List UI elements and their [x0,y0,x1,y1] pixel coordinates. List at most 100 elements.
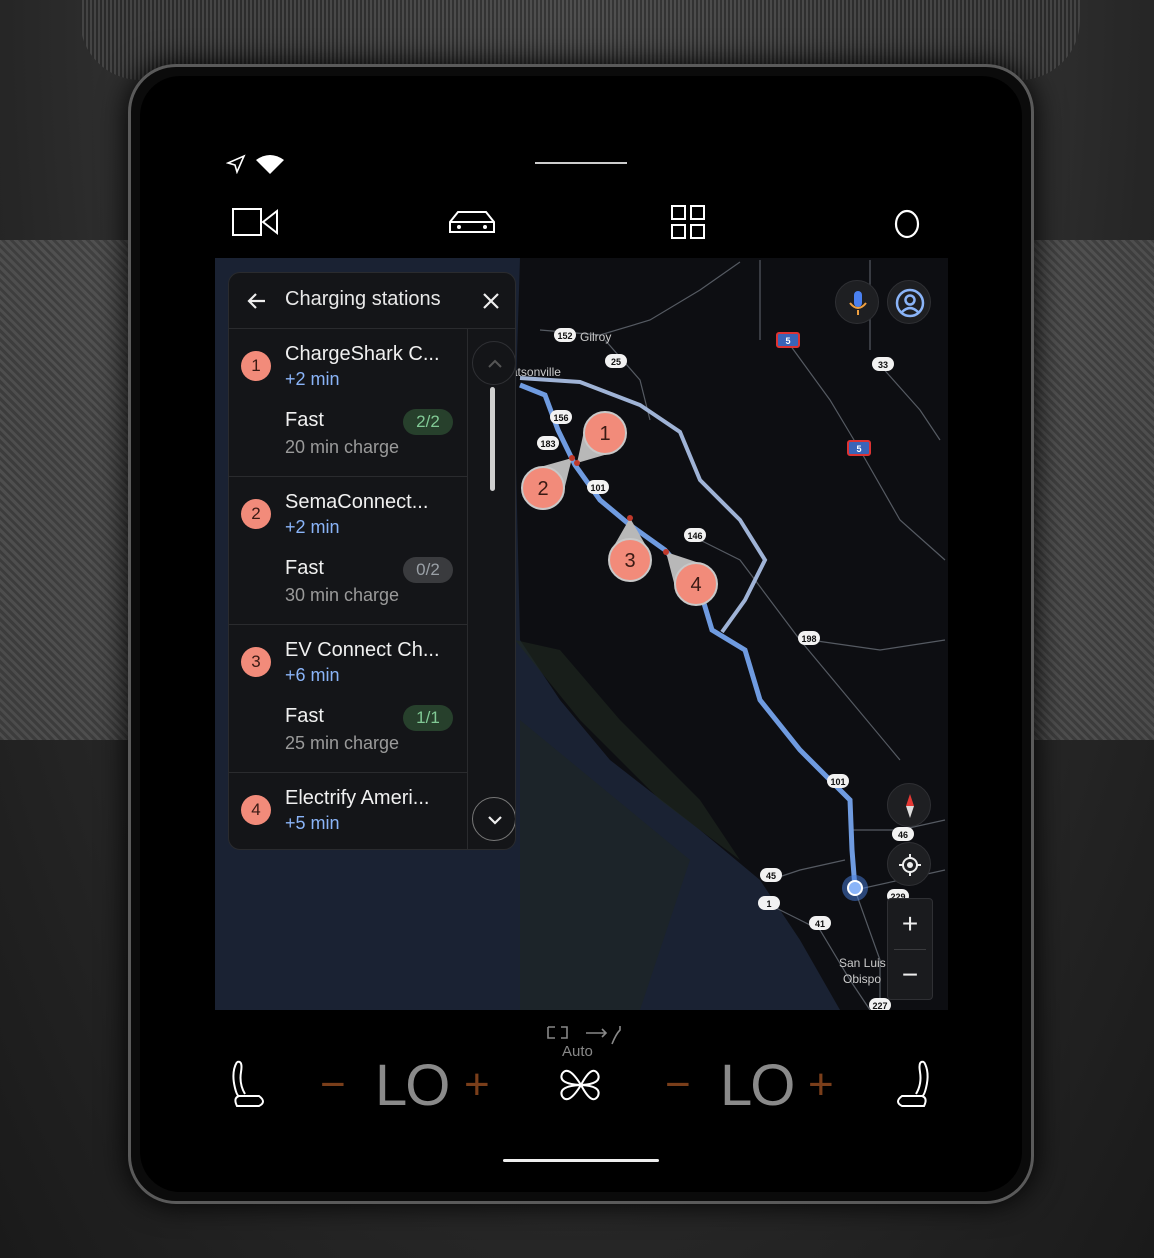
charge-time: 30 min charge [285,585,400,605]
zoom-in-button[interactable]: + [888,899,932,949]
microphone-icon [849,291,867,315]
compass-icon [906,794,914,818]
availability-badge: 0/2 [403,557,453,583]
station-marker[interactable]: 3 [608,515,652,582]
dashboard-trim-left [0,240,140,740]
close-icon[interactable] [480,290,502,312]
station-number-badge: 4 [241,795,271,825]
route-shield: 45 [760,868,782,882]
route-shield: 146 [684,528,706,542]
route-shield: 101 [587,480,609,494]
svg-text:146: 146 [687,531,702,541]
svg-text:33: 33 [878,360,888,370]
svg-text:101: 101 [830,777,845,787]
right-temp-increase-button[interactable]: + [808,1060,834,1110]
left-temperature[interactable]: LO [375,1052,450,1119]
route-shield: 25 [605,354,627,368]
availability-badge: 2/2 [403,409,453,435]
dashboard-trim-right [1014,240,1154,740]
apps-grid-icon[interactable] [670,204,706,240]
station-list-item[interactable]: 4 Electrify Ameri... +5 min [229,773,467,849]
fan-icon[interactable] [558,1062,604,1108]
my-location-icon [899,854,921,876]
fan-mode-label: Auto [562,1043,593,1060]
svg-text:183: 183 [540,439,555,449]
route-shield: 46 [892,827,914,841]
svg-text:46: 46 [898,830,908,840]
station-marker[interactable]: 1 [574,411,627,466]
recirculation-icon[interactable] [545,1024,571,1042]
right-temp-decrease-button[interactable]: − [665,1060,691,1110]
assistant-circle-icon[interactable] [892,208,922,240]
route-shield: 41 [809,916,831,930]
scroll-up-button[interactable] [472,341,515,385]
compass-button[interactable] [887,783,931,827]
panel-header: Charging stations [229,273,515,329]
place-label-gilroy: Gilroy [580,330,612,344]
svg-text:1: 1 [599,423,610,445]
left-temp-increase-button[interactable]: + [464,1060,490,1110]
scrollbar-thumb[interactable] [490,387,495,491]
svg-text:3: 3 [624,550,635,572]
station-marker[interactable]: 2 [521,455,575,510]
account-icon [895,288,925,318]
drag-handle[interactable] [535,162,627,164]
svg-text:101: 101 [590,483,605,493]
account-button[interactable] [887,280,931,324]
place-label-san-luis: San Luis [839,956,886,970]
svg-text:25: 25 [611,357,621,367]
left-seat-heat-icon[interactable] [229,1058,269,1110]
route-shield: 101 [827,774,849,788]
svg-text:198: 198 [801,634,816,644]
station-list-item[interactable]: 3 EV Connect Ch... +6 min Fast 1/1 25 min… [229,625,467,773]
svg-text:156: 156 [553,413,568,423]
navigation-arrow-icon [226,154,246,174]
detour-time: +2 min [285,517,340,537]
route-shield: 5 [776,332,800,348]
detour-time: +2 min [285,369,340,389]
right-temperature[interactable]: LO [720,1052,795,1119]
station-number-badge: 2 [241,499,271,529]
charger-speed: Fast [285,409,324,431]
station-name: Electrify Ameri... [285,787,430,809]
route-shield: 33 [872,357,894,371]
svg-text:4: 4 [690,574,701,596]
detour-time: +6 min [285,665,340,685]
charger-speed: Fast [285,705,324,727]
svg-text:152: 152 [557,331,572,341]
recenter-button[interactable] [887,842,931,886]
camera-icon[interactable] [231,206,281,238]
station-name: ChargeShark C... [285,343,440,365]
svg-text:2: 2 [537,478,548,500]
station-list-item[interactable]: 2 SemaConnect... +2 min Fast 0/2 30 min c… [229,477,467,625]
route-shield: 152 [554,328,576,342]
panel-title: Charging stations [285,288,441,310]
route-shield: 1 [758,896,780,910]
station-number-badge: 1 [241,351,271,381]
charger-speed: Fast [285,557,324,579]
svg-text:1: 1 [766,899,771,909]
wifi-icon [256,155,284,174]
chevron-up-icon [488,359,502,368]
svg-text:41: 41 [815,919,825,929]
place-label-obispo: Obispo [843,972,882,986]
charge-time: 20 min charge [285,437,400,457]
station-list-item[interactable]: 1 ChargeShark C... +2 min Fast 2/2 20 min… [229,329,467,477]
chevron-down-icon [488,816,502,825]
charging-stations-panel: Charging stations 1 ChargeShark C... +2 … [228,272,516,850]
availability-badge: 1/1 [403,705,453,731]
right-seat-heat-icon[interactable] [892,1058,932,1110]
svg-text:5: 5 [856,444,861,454]
arrow-left-icon[interactable] [245,289,269,313]
list-scroll-controls [467,329,515,849]
svg-text:45: 45 [766,871,776,881]
car-icon[interactable] [446,206,498,238]
scroll-down-button[interactable] [472,797,515,841]
zoom-out-button[interactable]: − [888,950,932,1000]
route-shield: 183 [537,436,559,450]
voice-search-button[interactable] [835,280,879,324]
home-indicator[interactable] [503,1159,659,1162]
station-marker[interactable]: 4 [663,549,718,606]
left-temp-decrease-button[interactable]: − [320,1060,346,1110]
route-shield: 5 [847,440,871,456]
